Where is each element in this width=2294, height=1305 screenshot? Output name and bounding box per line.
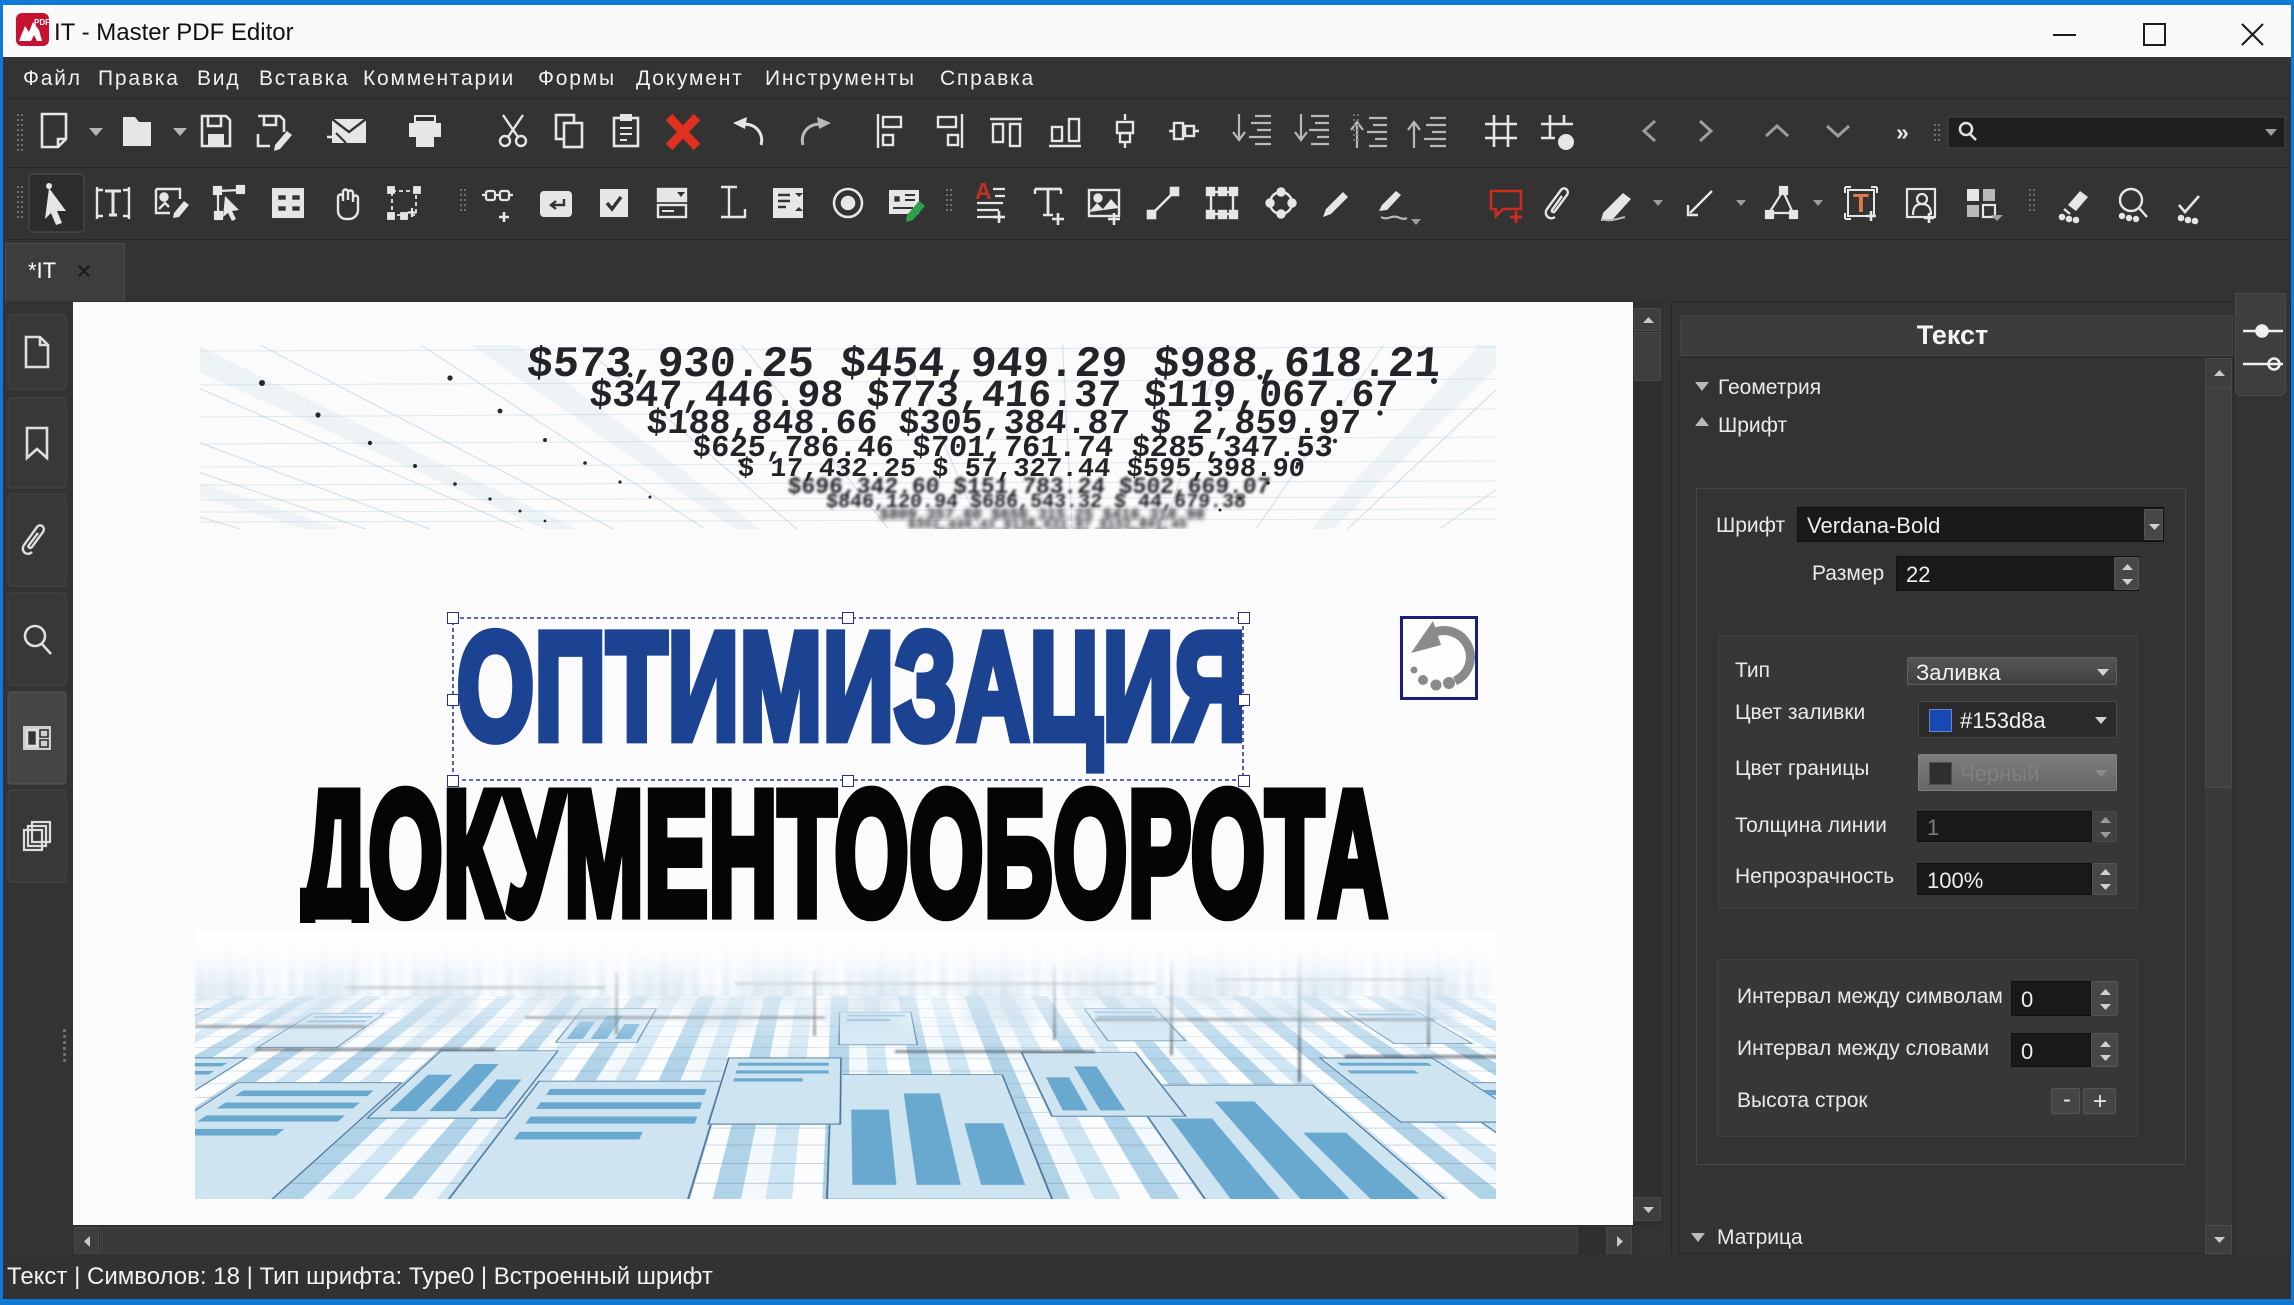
svg-text:»: » xyxy=(1896,119,1909,145)
svg-text:$451,349.50 $239,671.80 $352: $451,349.50 $239,671.80 $352,791.40 xyxy=(936,528,1168,529)
svg-text:T: T xyxy=(1853,188,1869,218)
svg-text:PDF: PDF xyxy=(34,18,49,27)
svg-text:A: A xyxy=(975,178,992,204)
